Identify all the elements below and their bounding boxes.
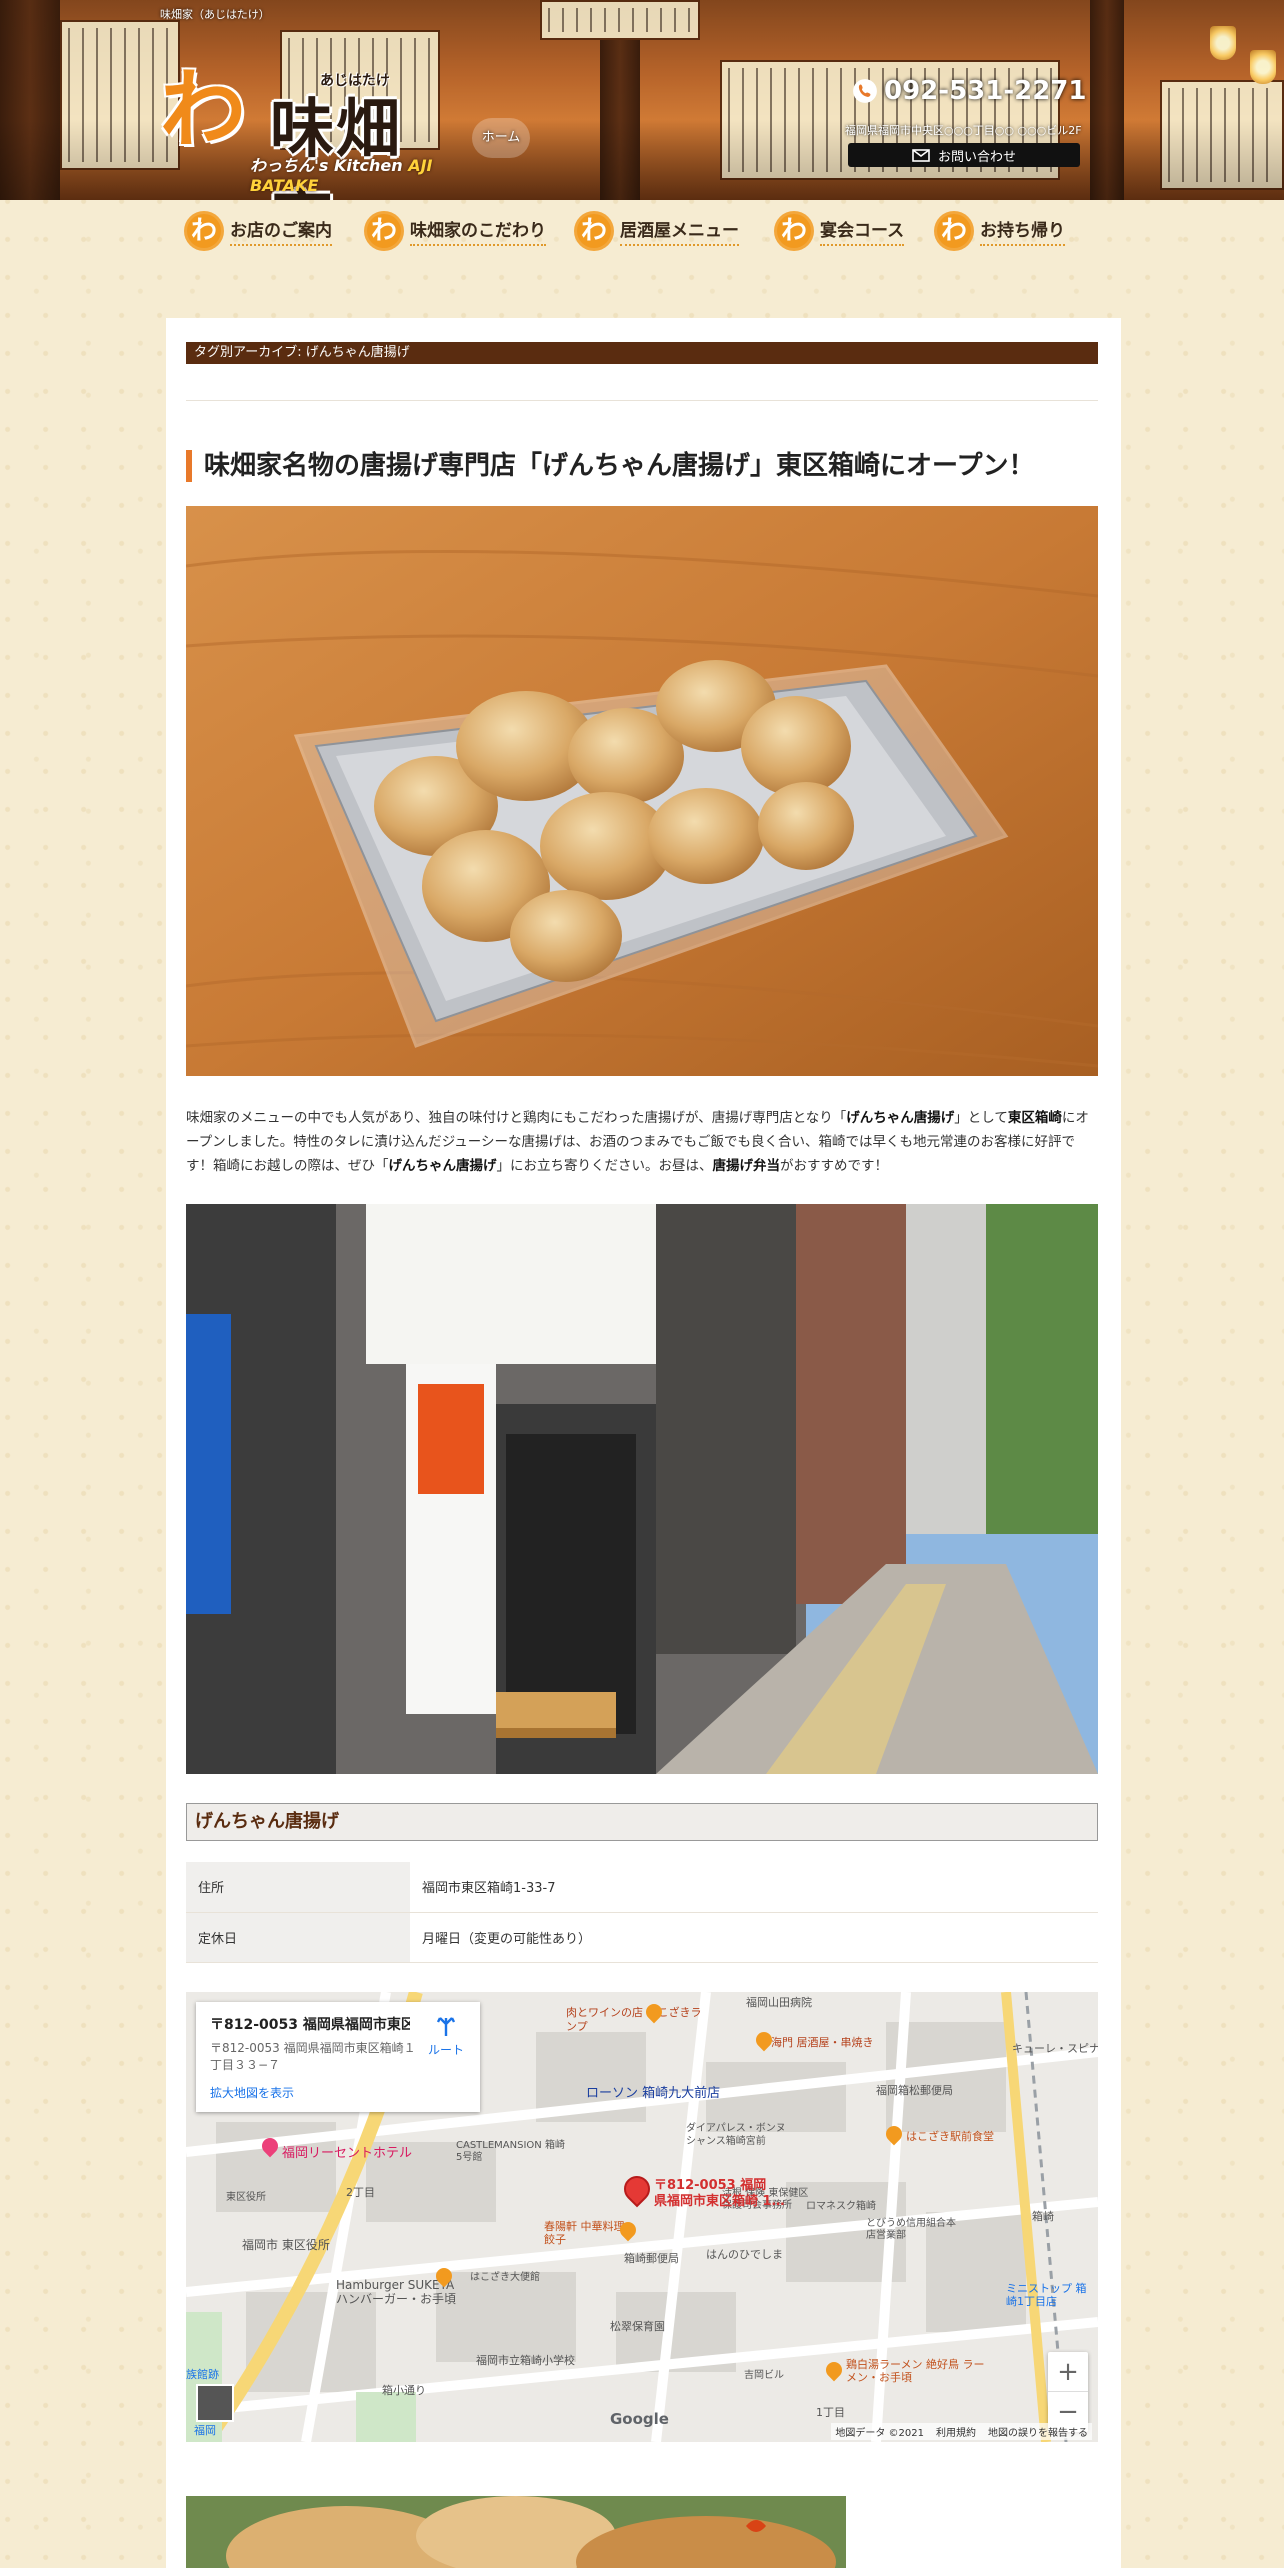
info-key: 定休日 bbox=[186, 1912, 410, 1963]
map-info-card: 〒812-0053 福岡県福岡市東区... 〒812-0053 福岡県福岡市東区… bbox=[196, 2002, 480, 2112]
map-label: 鶏白湯ラーメン 絶好鳥 ラーメン・お手頃 bbox=[846, 2358, 985, 2384]
map-label: 福岡市立箱崎小学校 bbox=[476, 2354, 575, 2367]
directions-icon bbox=[436, 2017, 456, 2036]
nav-badge-icon: わ bbox=[184, 211, 224, 251]
mail-icon bbox=[912, 148, 930, 162]
map-label: 箱小通り bbox=[382, 2384, 426, 2397]
map-label: 福岡市 東区役所 bbox=[242, 2238, 330, 2252]
header-address: 福岡県福岡市中央区○○○丁目○○ ○○○ビル2F bbox=[845, 124, 1082, 137]
info-value: 月曜日（変更の可能性あり） bbox=[410, 1912, 1098, 1963]
post-title[interactable]: 味畑家名物の唐揚げ専門店「げんちゃん唐揚げ」東区箱崎にオープン！ bbox=[186, 450, 1098, 482]
home-button[interactable]: ホーム bbox=[472, 118, 530, 158]
phone-icon bbox=[853, 79, 877, 103]
zoom-in-button[interactable]: + bbox=[1048, 2352, 1088, 2392]
shop-info-table: 住所 福岡市東区箱崎1-33-7 定休日 月曜日（変更の可能性あり） bbox=[186, 1862, 1098, 1963]
archive-heading: タグ別アーカイブ: げんちゃん唐揚げ bbox=[186, 342, 1098, 364]
map-label: 箱崎 bbox=[1032, 2210, 1054, 2223]
map-label: キューレ・スピナ bbox=[1012, 2042, 1098, 2055]
nav-item-store-info[interactable]: わ お店のご案内 bbox=[184, 208, 364, 254]
nav-label: 居酒屋メニュー bbox=[620, 216, 739, 246]
pin-label: 〒812-0053 福岡 県福岡市東区箱崎 1… bbox=[654, 2178, 785, 2209]
nav-badge-icon: わ bbox=[574, 211, 614, 251]
global-nav: わ お店のご案内 わ 味畑家のこだわり わ 居酒屋メニュー わ 宴会コース わ … bbox=[184, 208, 1084, 254]
map-label: ミニストップ 箱崎1丁目店 bbox=[1006, 2282, 1087, 2308]
phone-number[interactable]: 092-531-2271 bbox=[852, 76, 1087, 106]
info-key: 住所 bbox=[186, 1862, 410, 1913]
directions-button[interactable]: ルート bbox=[424, 2016, 468, 2058]
logo-mark: わ bbox=[160, 59, 246, 160]
google-map[interactable]: 福岡山田病院 肉とワインの店 はこざきランプ 海門 居酒屋・串焼き キューレ・ス… bbox=[186, 1992, 1098, 2442]
nav-label: お店のご案内 bbox=[230, 216, 332, 246]
map-label: とびうめ信用組合本店営業部 bbox=[866, 2218, 956, 2241]
map-label: 海門 居酒屋・串焼き bbox=[771, 2036, 874, 2049]
map-label: 松翠保育園 bbox=[610, 2320, 665, 2333]
table-row: 住所 福岡市東区箱崎1-33-7 bbox=[186, 1862, 1098, 1913]
divider bbox=[186, 400, 1098, 401]
view-larger-map-link[interactable]: 拡大地図を表示 bbox=[210, 2084, 466, 2101]
map-label: 福岡箱松郵便局 bbox=[876, 2084, 953, 2097]
map-card-address: 〒812-0053 福岡県福岡市東区箱崎１丁目３３−７ bbox=[210, 2041, 416, 2072]
map-label: ローソン 箱崎九大前店 bbox=[586, 2086, 721, 2101]
table-row: 定休日 月曜日（変更の可能性あり） bbox=[186, 1912, 1098, 1963]
map-label: ダイアパレス・ボンヌ シャンス箱崎宮前 bbox=[686, 2123, 786, 2147]
nav-item-takeout[interactable]: わ お持ち帰り bbox=[934, 208, 1084, 254]
map-card-title: 〒812-0053 福岡県福岡市東区... bbox=[210, 2017, 410, 2033]
map-label: 1丁目 bbox=[816, 2406, 845, 2419]
map-label: ロマネスク箱崎 bbox=[806, 2201, 876, 2212]
google-logo: Google bbox=[610, 2410, 669, 2428]
contact-button[interactable]: お問い合わせ bbox=[848, 143, 1080, 167]
map-label: はこざき大便館 bbox=[470, 2272, 540, 2283]
logo-subtitle: わっちん's Kitchen AJI BATAKE bbox=[250, 156, 433, 195]
storefront-photo bbox=[186, 1204, 1098, 1774]
map-label: はんのひでしま bbox=[706, 2248, 783, 2261]
contact-label: お問い合わせ bbox=[937, 149, 1016, 165]
map-label: はこざき駅前食堂 bbox=[906, 2130, 994, 2143]
report-error-link[interactable]: 地図の誤りを報告する bbox=[988, 2424, 1088, 2439]
phone-text: 092-531-2271 bbox=[884, 76, 1087, 106]
nav-label: 宴会コース bbox=[820, 216, 905, 246]
nav-label: 味畑家のこだわり bbox=[410, 216, 546, 246]
site-header: 味畑家（あじはたけ） わ あじはたけ 味畑家 わっちん's Kitchen AJ… bbox=[0, 0, 1284, 200]
site-logo[interactable]: わ あじはたけ 味畑家 わっちん's Kitchen AJI BATAKE bbox=[160, 40, 460, 201]
nav-item-izakaya-menu[interactable]: わ 居酒屋メニュー bbox=[574, 208, 774, 254]
map-label: 福岡 bbox=[194, 2424, 216, 2437]
main-content: タグ別アーカイブ: げんちゃん唐揚げ 味畑家名物の唐揚げ専門店「げんちゃん唐揚げ… bbox=[166, 318, 1121, 2568]
nav-item-banquet-course[interactable]: わ 宴会コース bbox=[774, 208, 934, 254]
map-label: 東区役所 bbox=[226, 2192, 266, 2203]
map-attribution: 地図データ ©2021 利用規約 地図の誤りを報告する bbox=[831, 2423, 1092, 2440]
map-label: 2丁目 bbox=[346, 2186, 375, 2199]
shop-heading: げんちゃん唐揚げ bbox=[186, 1803, 1098, 1841]
terms-link[interactable]: 利用規約 bbox=[936, 2424, 976, 2439]
karaage-closeup-photo bbox=[186, 2496, 846, 2568]
directions-label: ルート bbox=[427, 2043, 464, 2057]
nav-badge-icon: わ bbox=[364, 211, 404, 251]
map-label: 箱崎郵便局 bbox=[624, 2252, 679, 2265]
nav-badge-icon: わ bbox=[774, 211, 814, 251]
map-label: CASTLEMANSION 箱崎5号館 bbox=[456, 2140, 565, 2163]
zoom-controls: + − bbox=[1048, 2352, 1088, 2432]
nav-item-commitment[interactable]: わ 味畑家のこだわり bbox=[364, 208, 574, 254]
street-view-icon[interactable] bbox=[196, 2384, 234, 2422]
map-label: 福岡山田病院 bbox=[746, 1996, 812, 2009]
map-data-credit: 地図データ ©2021 bbox=[835, 2428, 924, 2439]
info-value: 福岡市東区箱崎1-33-7 bbox=[410, 1862, 1098, 1913]
nav-badge-icon: わ bbox=[934, 211, 974, 251]
map-label: 族館跡 bbox=[186, 2368, 219, 2381]
nav-label: お持ち帰り bbox=[980, 216, 1065, 246]
site-tagline: 味畑家（あじはたけ） bbox=[160, 8, 270, 21]
map-label: 福岡リーセントホテル bbox=[282, 2146, 413, 2161]
map-label: 肉とワインの店 はこざきランプ bbox=[566, 2006, 702, 2033]
map-label: 吉岡ビル bbox=[744, 2370, 784, 2381]
karaage-photo bbox=[186, 506, 1098, 1076]
post-body: 味畑家のメニューの中でも人気があり、独自の味付けと鶏肉にもこだわった唐揚げが、唐… bbox=[186, 1110, 1089, 1174]
